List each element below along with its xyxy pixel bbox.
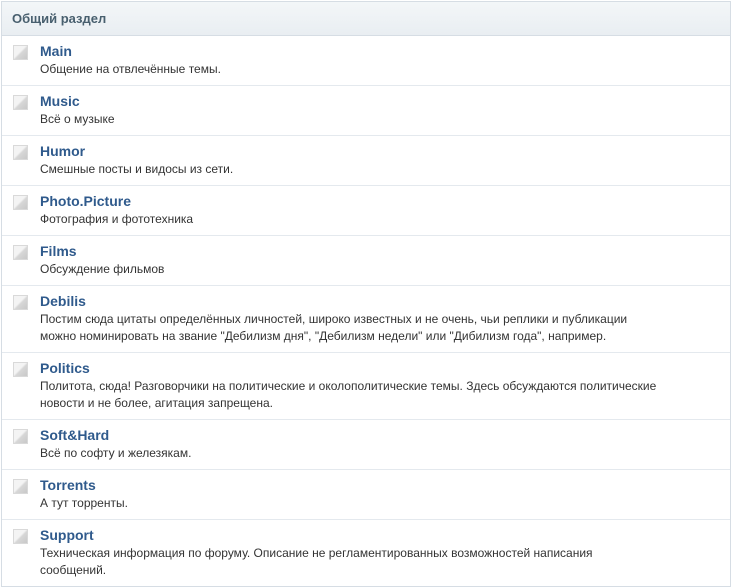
forum-title[interactable]: Main — [40, 43, 72, 60]
forum-row-torrents[interactable]: Torrents А тут торренты. — [2, 470, 730, 520]
forum-title[interactable]: Soft&Hard — [40, 427, 109, 444]
forum-read-icon — [13, 195, 28, 210]
section-title[interactable]: Общий раздел — [12, 11, 106, 26]
forum-description: Всё по софту и железякам. — [40, 446, 192, 460]
forum-title[interactable]: Photo.Picture — [40, 193, 131, 210]
forum-description: Политота, сюда! Разговорчики на политиче… — [40, 379, 657, 410]
forum-title[interactable]: Torrents — [40, 477, 96, 494]
forum-read-icon — [13, 529, 28, 544]
forum-description: Общение на отвлечённые темы. — [40, 62, 221, 76]
forum-description: Техническая информация по форуму. Описан… — [40, 546, 593, 577]
forum-row-music[interactable]: Music Всё о музыке — [2, 86, 730, 136]
forum-row-humor[interactable]: Humor Смешные посты и видосы из сети. — [2, 136, 730, 186]
forum-row-soft-hard[interactable]: Soft&Hard Всё по софту и железякам. — [2, 420, 730, 470]
forum-title[interactable]: Films — [40, 243, 77, 260]
forum-description: Постим сюда цитаты определённых личносте… — [40, 312, 628, 343]
forum-title[interactable]: Music — [40, 93, 80, 110]
forum-row-photo-picture[interactable]: Photo.Picture Фотография и фототехника — [2, 186, 730, 236]
forum-row-main[interactable]: Main Общение на отвлечённые темы. — [2, 36, 730, 86]
forum-section: Общий раздел Main Общение на отвлечённые… — [1, 1, 731, 587]
forum-read-icon — [13, 95, 28, 110]
forum-description: Обсуждение фильмов — [40, 262, 165, 276]
forum-title[interactable]: Support — [40, 527, 94, 544]
forum-title[interactable]: Debilis — [40, 293, 86, 310]
forum-description: А тут торренты. — [40, 496, 128, 510]
forum-description: Фотография и фототехника — [40, 212, 194, 226]
forum-row-politics[interactable]: Politics Политота, сюда! Разговорчики на… — [2, 353, 730, 420]
forum-row-support[interactable]: Support Техническая информация по форуму… — [2, 520, 730, 586]
forum-read-icon — [13, 362, 28, 377]
forum-read-icon — [13, 429, 28, 444]
forum-list: Main Общение на отвлечённые темы. Music … — [2, 36, 730, 586]
forum-read-icon — [13, 479, 28, 494]
forum-row-films[interactable]: Films Обсуждение фильмов — [2, 236, 730, 286]
forum-read-icon — [13, 145, 28, 160]
forum-row-debilis[interactable]: Debilis Постим сюда цитаты определённых … — [2, 286, 730, 353]
forum-read-icon — [13, 45, 28, 60]
section-header: Общий раздел — [2, 2, 730, 36]
forum-title[interactable]: Politics — [40, 360, 90, 377]
forum-title[interactable]: Humor — [40, 143, 85, 160]
forum-read-icon — [13, 295, 28, 310]
forum-description: Смешные посты и видосы из сети. — [40, 162, 234, 176]
forum-read-icon — [13, 245, 28, 260]
forum-description: Всё о музыке — [40, 112, 115, 126]
